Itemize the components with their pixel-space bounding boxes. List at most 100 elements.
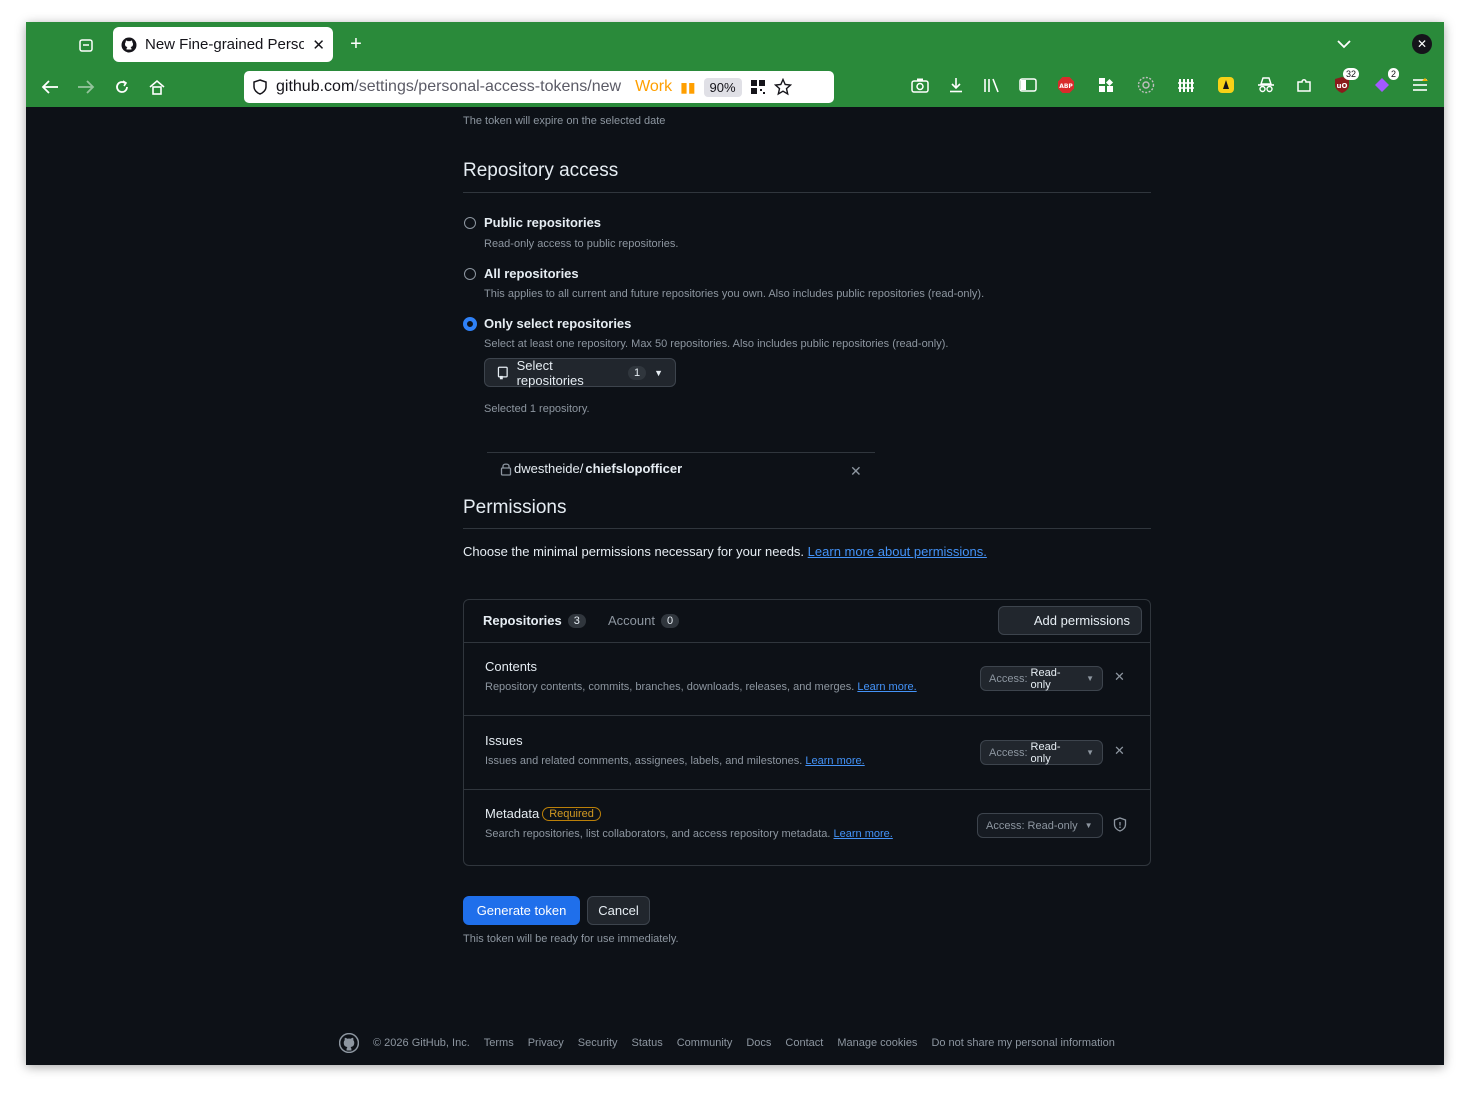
tab-repositories[interactable]: Repositories 3	[483, 613, 586, 628]
reload-icon[interactable]	[112, 77, 132, 97]
permission-desc: Search repositories, list collaborators,…	[485, 828, 893, 840]
select-repositories-label: Select repositories	[516, 357, 584, 388]
expiry-note: The token will expire on the selected da…	[463, 115, 666, 127]
github-favicon-icon	[121, 37, 137, 52]
permission-desc: Repository contents, commits, branches, …	[485, 681, 917, 693]
url-path: /settings/personal-access-tokens/new	[354, 78, 622, 95]
tab-account-count: 0	[660, 613, 680, 628]
permission-learn-more-link[interactable]: Learn more.	[834, 828, 893, 840]
footer-link-status[interactable]: Status	[632, 1037, 663, 1049]
dropdown-caret-icon: ▼	[654, 367, 663, 378]
screenshot-icon[interactable]	[909, 74, 931, 96]
bookmark-star-icon[interactable]	[773, 78, 792, 96]
yellow-extension-icon[interactable]	[1215, 74, 1237, 96]
footer-link-do-not-share[interactable]: Do not share my personal information	[931, 1037, 1114, 1049]
footer-link-security[interactable]: Security	[578, 1037, 618, 1049]
url-bar[interactable]: github.com/settings/personal-access-toke…	[244, 71, 834, 103]
access-select-contents[interactable]: Access: Read-only ▼	[980, 666, 1103, 691]
shield-icon	[1113, 817, 1127, 837]
globe-extension-icon[interactable]	[1135, 74, 1157, 96]
selected-repo-item: dwestheide/chiefslopofficer	[500, 461, 682, 476]
option-select-desc: Select at least one repository. Max 50 r…	[484, 338, 949, 350]
tracking-shield-icon[interactable]	[252, 79, 268, 95]
tab-strip: New Fine-grained Perso ✕ + ✕	[26, 22, 1444, 67]
selected-repositories-note: Selected 1 repository.	[484, 403, 590, 415]
permission-row-metadata: Metadata Required Search repositories, l…	[464, 789, 1150, 866]
add-permissions-button[interactable]: Add permissions	[998, 606, 1142, 635]
github-logo-icon[interactable]	[339, 1033, 359, 1053]
tab-active[interactable]: New Fine-grained Perso ✕	[113, 27, 333, 62]
forward-icon[interactable]	[76, 77, 96, 97]
footer-link-contact[interactable]: Contact	[785, 1037, 823, 1049]
permission-learn-more-link[interactable]: Learn more.	[805, 755, 864, 767]
spy-extension-icon[interactable]	[1255, 74, 1277, 96]
qr-code-icon[interactable]	[750, 79, 766, 95]
extensions-puzzle-icon[interactable]	[1293, 74, 1315, 96]
option-select-label: Only select repositories	[484, 316, 632, 331]
adblock-plus-icon[interactable]: ABP	[1055, 74, 1077, 96]
radio-all-repositories[interactable]	[464, 268, 476, 280]
access-value: Read-only	[1030, 666, 1061, 691]
radio-only-select-repositories[interactable]	[463, 317, 477, 331]
back-icon[interactable]	[40, 77, 60, 97]
footer: © 2026 GitHub, Inc. Terms Privacy Securi…	[339, 1033, 1115, 1053]
ublock-origin-icon[interactable]: uO 32	[1331, 68, 1359, 96]
access-prefix: Access:	[989, 746, 1028, 759]
svg-text:uO: uO	[1337, 82, 1348, 90]
footer-link-privacy[interactable]: Privacy	[528, 1037, 564, 1049]
permissions-learn-more-link[interactable]: Learn more about permissions.	[808, 544, 987, 559]
library-icon[interactable]	[981, 74, 1003, 96]
tab-account-label: Account	[608, 613, 655, 628]
footer-copyright: © 2026 GitHub, Inc.	[373, 1037, 470, 1049]
footer-link-manage-cookies[interactable]: Manage cookies	[837, 1037, 917, 1049]
extensions-grid-icon[interactable]	[1095, 74, 1117, 96]
zoom-indicator[interactable]: 90%	[703, 77, 742, 97]
close-window-icon[interactable]: ✕	[1412, 34, 1432, 54]
divider	[487, 452, 875, 453]
dropdown-caret-icon: ▼	[1086, 674, 1094, 683]
list-tabs-icon[interactable]	[1334, 34, 1354, 54]
tab-repositories-label: Repositories	[483, 613, 562, 628]
select-repositories-button[interactable]: Select repositories 1 ▼	[484, 357, 676, 388]
remove-permission-icon[interactable]: ✕	[1114, 669, 1125, 685]
repo-name: chiefslopofficer	[585, 461, 683, 476]
downloads-icon[interactable]	[945, 74, 967, 96]
app-menu-icon[interactable]	[1409, 74, 1431, 96]
radio-public-repositories[interactable]	[464, 217, 476, 229]
home-icon[interactable]	[147, 77, 167, 97]
option-public-desc: Read-only access to public repositories.	[484, 238, 679, 250]
briefcase-icon: ▮▮	[680, 78, 696, 95]
cancel-button[interactable]: Cancel	[587, 896, 650, 925]
tab-close-icon[interactable]: ✕	[312, 36, 325, 54]
access-value: Read-only	[1030, 740, 1061, 765]
firefox-view-icon[interactable]	[76, 35, 96, 55]
divider	[463, 528, 1151, 529]
footer-link-terms[interactable]: Terms	[484, 1037, 514, 1049]
url-host: github.com	[276, 78, 355, 95]
divider	[463, 192, 1151, 193]
permission-desc: Issues and related comments, assignees, …	[485, 755, 865, 767]
tab-repositories-count: 3	[567, 613, 586, 628]
purple-extension-icon[interactable]: 2	[1371, 68, 1399, 96]
remove-repo-icon[interactable]: ✕	[850, 463, 862, 480]
access-select-issues[interactable]: Access: Read-only ▼	[980, 740, 1103, 765]
container-label[interactable]: Work	[635, 78, 672, 96]
generate-token-button[interactable]: Generate token	[463, 896, 580, 925]
repository-access-title: Repository access	[463, 160, 619, 181]
sidebar-icon[interactable]	[1017, 74, 1039, 96]
tab-account[interactable]: Account 0	[608, 613, 680, 628]
remove-permission-icon[interactable]: ✕	[1114, 743, 1125, 759]
browser-window: New Fine-grained Perso ✕ + ✕ github.com/…	[26, 22, 1444, 1065]
option-all-label: All repositories	[484, 266, 579, 281]
footer-link-community[interactable]: Community	[677, 1037, 733, 1049]
fence-extension-icon[interactable]	[1175, 74, 1197, 96]
repo-icon	[497, 366, 508, 379]
page-content: The token will expire on the selected da…	[26, 107, 1444, 1065]
permission-name: Metadata	[485, 806, 540, 821]
permissions-panel: Repositories 3 Account 0 Add permissions…	[463, 599, 1151, 866]
permission-learn-more-link[interactable]: Learn more.	[857, 681, 916, 693]
new-tab-icon[interactable]: +	[346, 33, 366, 55]
footer-link-docs[interactable]: Docs	[746, 1037, 771, 1049]
permissions-intro-text: Choose the minimal permissions necessary…	[463, 544, 805, 559]
url-text[interactable]: github.com/settings/personal-access-toke…	[276, 78, 621, 96]
